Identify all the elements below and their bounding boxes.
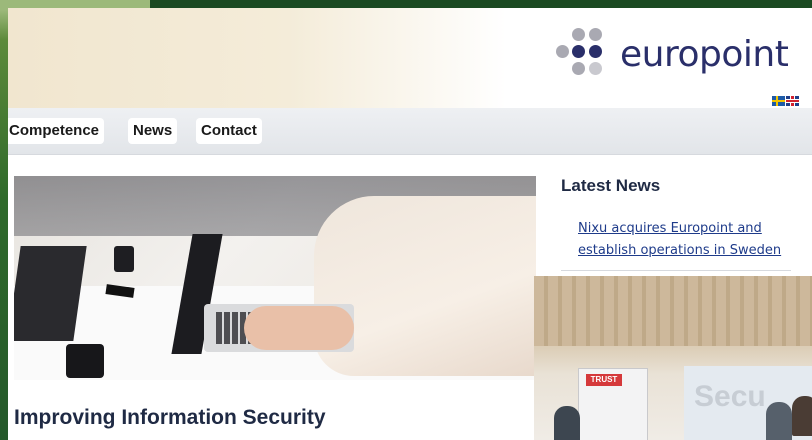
- nav-item-competence[interactable]: Competence: [8, 118, 105, 144]
- english-flag-icon[interactable]: [786, 96, 799, 106]
- latest-news-heading: Latest News: [561, 176, 661, 195]
- news-link[interactable]: Nixu acquires Europoint and establish op…: [578, 218, 808, 262]
- divider: [561, 270, 791, 271]
- person: [766, 402, 792, 440]
- brand-logo[interactable]: europoint: [556, 26, 812, 86]
- hero-image: [14, 176, 536, 380]
- booth-banner-text: Secu: [694, 380, 766, 413]
- logo-dots-icon: [556, 26, 616, 86]
- page-title: Improving Information Security: [14, 406, 326, 429]
- nav-item-contact[interactable]: Contact: [196, 118, 262, 144]
- site-header: europoint: [8, 8, 812, 108]
- person: [554, 406, 580, 440]
- booth-sign-label: TRUST: [586, 374, 622, 386]
- page: europoint Competence News Contact Improv…: [8, 8, 812, 440]
- main-nav: Competence News Contact: [8, 108, 812, 155]
- swedish-flag-icon[interactable]: [772, 96, 785, 106]
- news-photo[interactable]: TRUST Secu: [534, 276, 812, 440]
- person: [792, 396, 812, 436]
- brand-name: europoint: [620, 34, 789, 75]
- nav-item-news[interactable]: News: [128, 118, 178, 144]
